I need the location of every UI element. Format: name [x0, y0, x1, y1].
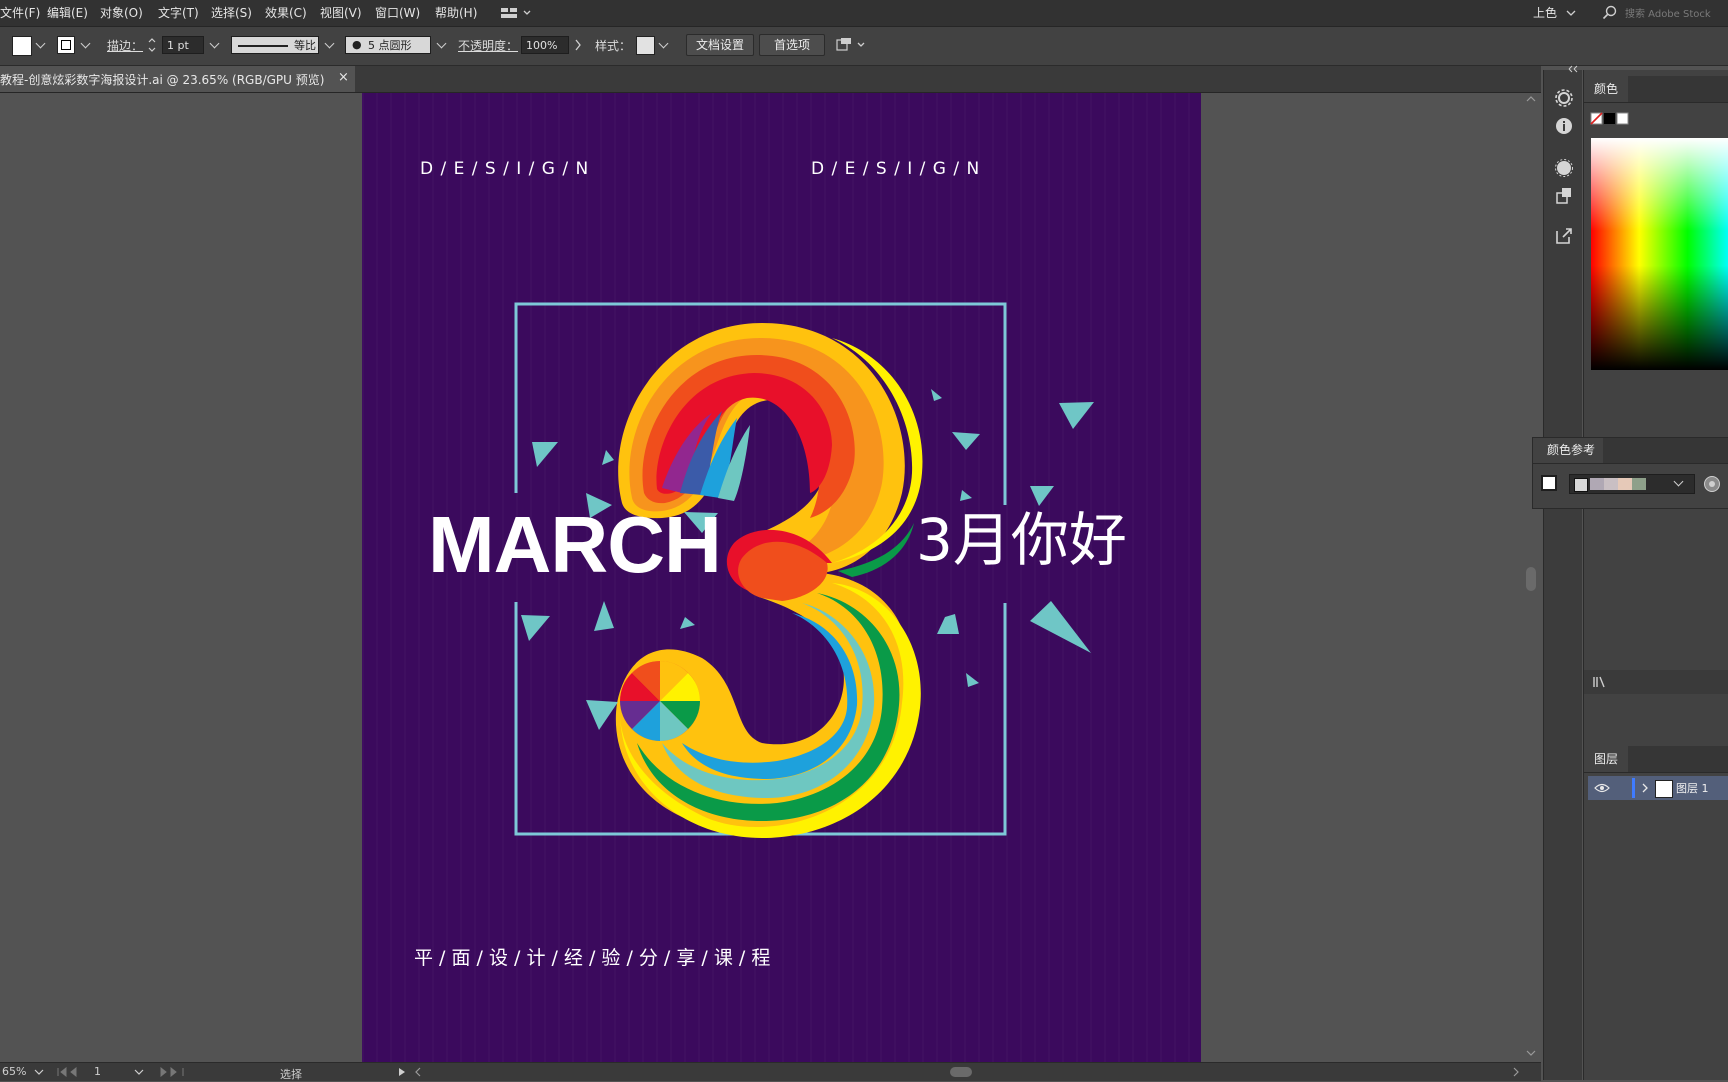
- menu-view[interactable]: 视图(V): [320, 4, 362, 21]
- scroll-down-icon[interactable]: [1526, 1049, 1536, 1057]
- layer-thumbnail: [1655, 780, 1673, 798]
- style-label: 样式：: [595, 39, 632, 53]
- chevron-down-icon[interactable]: [324, 38, 335, 49]
- brush-label: 5 点圆形: [368, 39, 412, 52]
- vertical-scrollbar[interactable]: [1522, 93, 1540, 1062]
- scroll-right-icon[interactable]: [1512, 1067, 1520, 1077]
- menu-effect[interactable]: 效果(C): [265, 4, 307, 21]
- harmony-swatch: [1604, 478, 1618, 490]
- export-icon[interactable]: [1554, 226, 1574, 246]
- appearance-icon[interactable]: [1554, 158, 1574, 178]
- color-panel-header: 颜色: [1584, 76, 1728, 103]
- layer-row[interactable]: 图层 1: [1588, 776, 1728, 800]
- collapse-arrows-icon[interactable]: [1568, 65, 1580, 73]
- menu-type[interactable]: 文字(T): [158, 4, 199, 21]
- harmony-swatch: [1618, 478, 1632, 490]
- opacity-label: 不透明度：: [458, 39, 519, 53]
- search-icon: [1602, 5, 1617, 20]
- fill-swatch[interactable]: [12, 36, 32, 56]
- greeting-text: 3月你好: [916, 506, 1127, 574]
- stroke-profile-label: 等比: [294, 39, 316, 52]
- stroke-label: 描边：: [107, 39, 144, 53]
- chevron-down-icon[interactable]: [436, 38, 447, 49]
- chevron-down-icon[interactable]: [658, 38, 669, 49]
- menu-select[interactable]: 选择(S): [211, 4, 252, 21]
- stock-search-input[interactable]: 搜索 Adobe Stock: [1625, 5, 1711, 20]
- tab-color-guide[interactable]: 颜色参考: [1533, 438, 1604, 463]
- collapsed-panel-strip: [1543, 65, 1582, 1080]
- libraries-bar: [1584, 670, 1728, 694]
- stroke-weight-field[interactable]: 1 pt: [162, 36, 204, 54]
- info-icon[interactable]: [1554, 116, 1574, 136]
- color-guide-panel: 颜色参考: [1532, 437, 1728, 509]
- artboard[interactable]: D / E / S / I / G / N D / E / S / I / G …: [362, 93, 1201, 1062]
- arrange-icon[interactable]: [836, 37, 868, 53]
- layer-color-marker: [1632, 778, 1635, 798]
- chevron-down-icon[interactable]: [209, 38, 220, 49]
- chevron-down-icon[interactable]: [134, 1068, 144, 1076]
- subtitle-text: 平 / 面 / 设 / 计 / 经 / 验 / 分 / 享 / 课 / 程: [414, 947, 771, 969]
- next-last-page-icon[interactable]: [156, 1067, 186, 1077]
- style-swatch[interactable]: [636, 36, 655, 55]
- color-spectrum[interactable]: [1591, 138, 1728, 370]
- layer-name[interactable]: 图层 1: [1676, 780, 1709, 796]
- menu-object[interactable]: 对象(O): [100, 4, 143, 21]
- stroke-swatch[interactable]: [57, 36, 75, 54]
- brush-dropdown[interactable]: ● 5 点圆形: [345, 36, 431, 54]
- brush-dot-icon: ●: [352, 38, 362, 51]
- first-prev-page-icon[interactable]: [56, 1067, 86, 1077]
- workspace-switcher[interactable]: 上色: [1533, 4, 1557, 21]
- stepper-arrows-icon[interactable]: [147, 36, 157, 54]
- opacity-field[interactable]: 100%: [521, 36, 569, 54]
- color-mode-swatches[interactable]: [1590, 112, 1630, 126]
- libraries-icon[interactable]: [1592, 676, 1610, 688]
- close-icon[interactable]: ×: [338, 70, 349, 85]
- gear-icon[interactable]: [1554, 88, 1574, 108]
- harmony-swatch: [1632, 478, 1646, 490]
- status-bar: 65% 1 选择: [0, 1062, 1541, 1081]
- page-field[interactable]: 1: [94, 1065, 101, 1078]
- stroke-profile-dropdown[interactable]: 等比: [231, 36, 319, 54]
- document-setup-button[interactable]: 文档设置: [686, 34, 754, 56]
- tab-color[interactable]: 颜色: [1584, 76, 1629, 102]
- chevron-down-icon[interactable]: [35, 38, 46, 49]
- eye-icon[interactable]: [1594, 782, 1610, 794]
- menu-window[interactable]: 窗口(W): [375, 4, 420, 21]
- control-bar: 描边： 1 pt 等比 ● 5 点圆形 不透明度： 100% 样式： 文档设置 …: [0, 27, 1728, 66]
- color-wheel-icon[interactable]: [1703, 475, 1721, 493]
- transform-icon[interactable]: [1554, 186, 1574, 206]
- document-tab[interactable]: 教程-创意炫彩数字海报设计.ai @ 23.65% (RGB/GPU 预览) ×: [0, 66, 355, 92]
- chevron-right-icon[interactable]: [574, 39, 582, 51]
- document-tab-title: 教程-创意炫彩数字海报设计.ai @ 23.65% (RGB/GPU 预览): [0, 73, 325, 87]
- play-icon[interactable]: [398, 1067, 406, 1077]
- preferences-button[interactable]: 首选项: [759, 34, 825, 56]
- chevron-down-icon[interactable]: [80, 38, 91, 49]
- base-color-swatch[interactable]: [1541, 475, 1557, 491]
- zoom-field[interactable]: 65%: [2, 1065, 26, 1078]
- tab-layers[interactable]: 图层: [1584, 746, 1629, 772]
- horizontal-scroll-thumb[interactable]: [950, 1067, 972, 1077]
- menu-file[interactable]: 文件(F): [0, 4, 40, 21]
- layers-panel-header: 图层: [1584, 746, 1728, 773]
- document-tab-bar: 教程-创意炫彩数字海报设计.ai @ 23.65% (RGB/GPU 预览) ×: [0, 66, 1541, 93]
- right-panel-dock: 颜色 图层 图层 1: [1583, 70, 1728, 1080]
- arrange-documents-icon[interactable]: [500, 6, 532, 20]
- expand-arrow-icon[interactable]: [1641, 783, 1649, 793]
- scroll-up-icon[interactable]: [1526, 95, 1536, 103]
- chevron-down-icon: [1566, 10, 1576, 16]
- menu-edit[interactable]: 编辑(E): [47, 4, 88, 21]
- scroll-left-icon[interactable]: [414, 1067, 422, 1077]
- scroll-thumb[interactable]: [1526, 567, 1536, 591]
- menu-bar: 文件(F) 编辑(E) 对象(O) 文字(T) 选择(S) 效果(C) 视图(V…: [0, 0, 1728, 27]
- march-text: MARCH: [428, 500, 722, 589]
- harmony-swatch: [1590, 478, 1604, 490]
- menu-help[interactable]: 帮助(H): [435, 4, 477, 21]
- chevron-down-icon[interactable]: [34, 1068, 44, 1076]
